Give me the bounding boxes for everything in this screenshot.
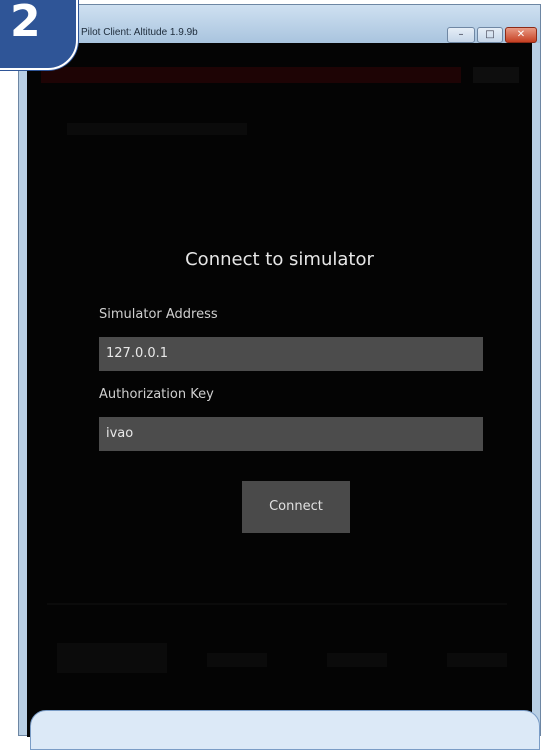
background-panel [47, 603, 507, 605]
step-badge: 2 [0, 0, 78, 70]
title-bar[interactable]: Pilot Client: Altitude 1.9.9b – □ ✕ [19, 5, 540, 43]
maximize-button[interactable]: □ [477, 27, 503, 43]
background-panel [67, 123, 247, 135]
background-button [473, 67, 519, 83]
window-title: Pilot Client: Altitude 1.9.9b [81, 27, 198, 38]
background-panel [447, 653, 507, 667]
close-icon: ✕ [516, 29, 526, 40]
authorization-key-input[interactable]: ivao [99, 417, 483, 451]
dialog-title: Connect to simulator [185, 249, 374, 270]
background-panel [207, 653, 267, 667]
background-panel [57, 643, 167, 673]
caption-panel [30, 710, 540, 750]
background-status-bar [41, 67, 461, 83]
connect-button[interactable]: Connect [242, 481, 350, 533]
minimize-button[interactable]: – [447, 27, 475, 43]
authorization-key-label: Authorization Key [99, 387, 214, 402]
close-button[interactable]: ✕ [505, 27, 537, 43]
maximize-icon: □ [485, 29, 495, 40]
simulator-address-input[interactable]: 127.0.0.1 [99, 337, 483, 371]
simulator-address-label: Simulator Address [99, 307, 218, 322]
client-area: Connect to simulator Simulator Address 1… [27, 43, 532, 737]
background-panel [327, 653, 387, 667]
minimize-icon: – [458, 29, 464, 40]
app-window: Pilot Client: Altitude 1.9.9b – □ ✕ Conn… [18, 4, 541, 737]
step-number: 2 [10, 0, 41, 47]
